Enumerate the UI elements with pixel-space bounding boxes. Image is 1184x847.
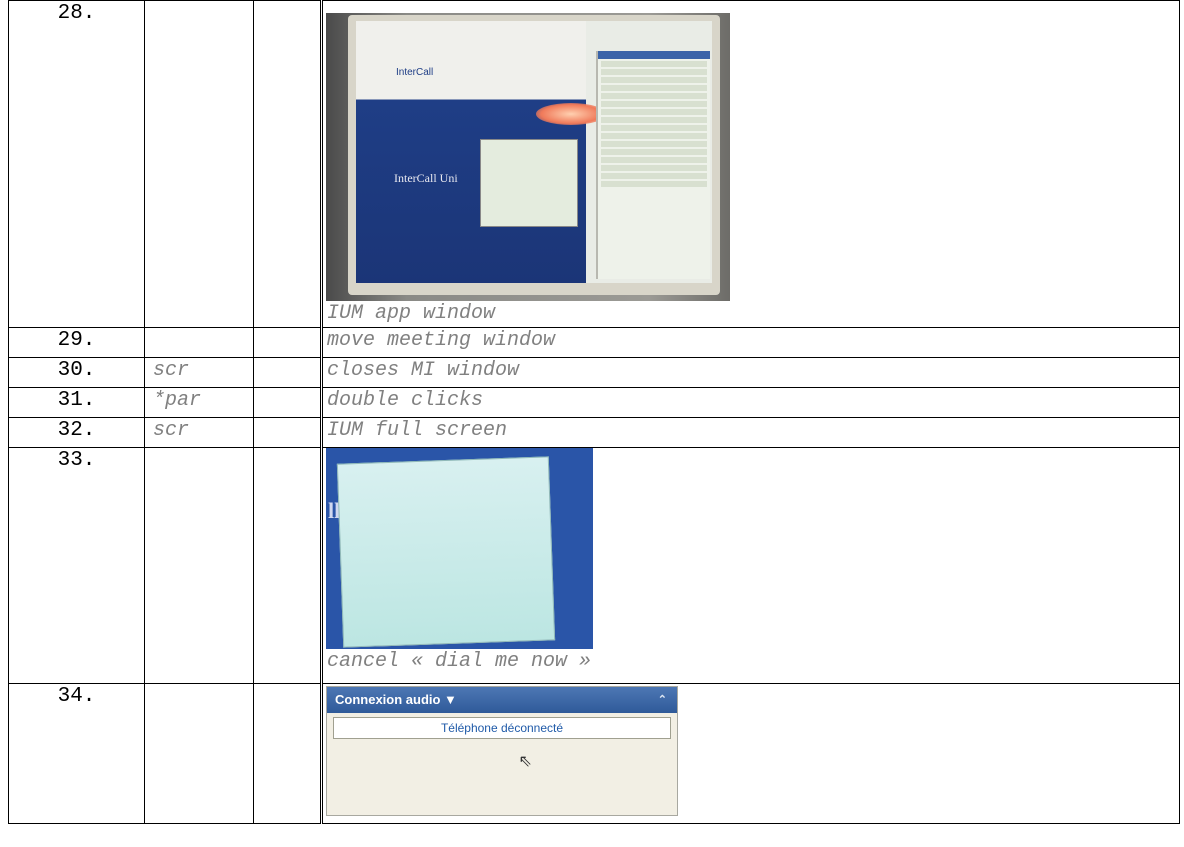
monitor-screen: InterCall InterCall Uni	[356, 21, 712, 283]
row-code: scr	[144, 417, 254, 448]
ium-app-window-photo: InterCall InterCall Uni	[326, 13, 730, 301]
row-content: Connexion audio ▼ ⌃ Téléphone déconnecté…	[320, 683, 1180, 824]
table-row: 32. scr IUM full screen	[8, 417, 1180, 448]
side-panel	[596, 51, 710, 279]
row-code: *par	[144, 387, 254, 418]
row-content: InterCall InterCall Uni IUM app window	[320, 0, 1180, 328]
row-content: closes MI window	[320, 357, 1180, 388]
row-description: IUM full screen	[327, 419, 508, 442]
row-empty-cell	[253, 683, 322, 824]
row-number: 30.	[8, 357, 145, 388]
row-code	[144, 0, 254, 328]
intercall-logo: InterCall	[396, 67, 434, 78]
row-content: double clicks	[320, 387, 1180, 418]
table-row: 33. ll Uni cancel « dial me now »	[8, 447, 1180, 684]
table-row: 29. move meeting window	[8, 327, 1180, 358]
dialog-window	[480, 139, 578, 227]
mouse-cursor-icon: ⇖	[519, 748, 533, 773]
row-empty-cell	[253, 357, 322, 388]
row-number: 34.	[8, 683, 145, 824]
transcript-table: 28. InterCall InterCall Uni IUM app wind…	[8, 0, 1180, 824]
row-number: 31.	[8, 387, 145, 418]
row-empty-cell	[253, 447, 322, 684]
dialog-window	[336, 456, 556, 648]
row-description: closes MI window	[327, 359, 520, 382]
audio-connection-panel: Connexion audio ▼ ⌃ Téléphone déconnecté…	[326, 686, 678, 816]
collapse-icon[interactable]: ⌃	[658, 687, 667, 713]
audio-panel-header[interactable]: Connexion audio ▼ ⌃	[327, 687, 677, 713]
row-content: ll Uni cancel « dial me now »	[320, 447, 1180, 684]
audio-panel-title[interactable]: Connexion audio ▼	[335, 692, 457, 707]
table-row: 28. InterCall InterCall Uni IUM app wind…	[8, 0, 1180, 328]
row-content: IUM full screen	[320, 417, 1180, 448]
table-row: 31. *par double clicks	[8, 387, 1180, 418]
row-empty-cell	[253, 417, 322, 448]
row-number: 33.	[8, 447, 145, 684]
row-empty-cell	[253, 0, 322, 328]
row-code	[144, 447, 254, 684]
row-empty-cell	[253, 327, 322, 358]
row-content: move meeting window	[320, 327, 1180, 358]
row-description: IUM app window	[327, 302, 496, 325]
row-code: scr	[144, 357, 254, 388]
dial-me-now-dialog-photo: ll Uni	[326, 448, 593, 649]
slide-title: InterCall Uni	[394, 171, 458, 185]
presentation-slide: InterCall InterCall Uni	[356, 21, 586, 283]
panel-header	[598, 51, 710, 59]
row-number: 29.	[8, 327, 145, 358]
row-code	[144, 327, 254, 358]
row-number: 32.	[8, 417, 145, 448]
table-row: 30. scr closes MI window	[8, 357, 1180, 388]
table-row: 34. Connexion audio ▼ ⌃ Téléphone déconn…	[8, 683, 1180, 824]
row-code	[144, 683, 254, 824]
row-empty-cell	[253, 387, 322, 418]
row-number: 28.	[8, 0, 145, 328]
phone-status: Téléphone déconnecté	[333, 717, 671, 739]
row-description: move meeting window	[327, 329, 556, 352]
row-description: cancel « dial me now »	[327, 650, 592, 673]
row-description: double clicks	[327, 389, 484, 412]
